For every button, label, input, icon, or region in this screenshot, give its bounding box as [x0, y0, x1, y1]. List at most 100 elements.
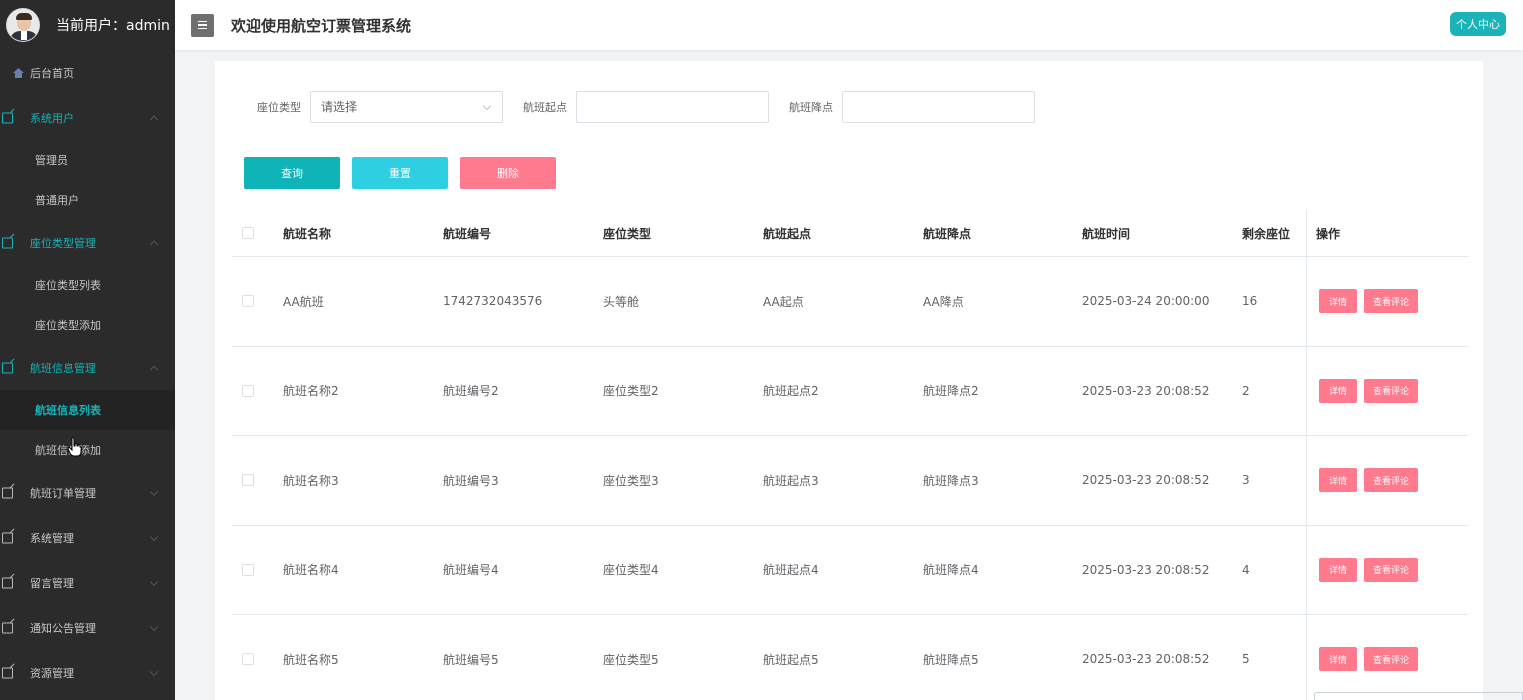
top-header: 欢迎使用航空订票管理系统 个人中心 [175, 0, 1523, 50]
cell-origin: AA起点 [763, 294, 804, 309]
sidebar-group-messages[interactable]: 留言管理 [0, 560, 175, 605]
sidebar-item-admins[interactable]: 管理员 [0, 140, 175, 180]
cell-destination: 航班降点3 [923, 473, 979, 488]
edit-icon [2, 667, 13, 678]
cell-time: 2025-03-23 20:08:52 [1082, 652, 1210, 667]
cell-remaining: 16 [1242, 294, 1258, 309]
cell-name: 航班名称3 [283, 473, 339, 488]
table-row: 航班名称4 航班编号4 座位类型4 航班起点4 航班降点4 2025-03-23… [232, 526, 1468, 615]
sidebar-group-label: 座位类型管理 [30, 236, 96, 250]
detail-button[interactable]: 详情 [1319, 647, 1357, 672]
sidebar-group-label: 航班信息管理 [30, 361, 96, 375]
sidebar-group-flight-info[interactable]: 航班信息管理 [0, 345, 175, 390]
sidebar-group-notices[interactable]: 通知公告管理 [0, 605, 175, 650]
view-reviews-button[interactable]: 查看评论 [1364, 289, 1418, 314]
seat-type-label: 座位类型 [257, 100, 301, 114]
cell-destination: 航班降点5 [923, 652, 979, 667]
cell-time: 2025-03-23 20:08:52 [1082, 562, 1210, 577]
cell-code: 1742732043576 [443, 294, 543, 309]
edit-icon [2, 532, 13, 543]
sidebar-item-flight-list[interactable]: 航班信息列表 [0, 390, 175, 430]
sidebar-group-resources[interactable]: 资源管理 [0, 650, 175, 695]
column-header: 航班降点 [923, 226, 972, 241]
sidebar-group-flight-orders[interactable]: 航班订单管理 [0, 470, 175, 515]
avatar[interactable] [6, 8, 40, 42]
personal-center-button[interactable]: 个人中心 [1450, 12, 1506, 36]
cell-origin: 航班起点4 [763, 563, 819, 578]
row-checkbox[interactable] [242, 563, 254, 576]
cell-time: 2025-03-23 20:08:52 [1082, 473, 1210, 488]
select-all-checkbox[interactable] [242, 227, 254, 239]
delete-button[interactable]: 删除 [460, 157, 556, 189]
sidebar-group-label: 通知公告管理 [30, 621, 96, 635]
chevron-down-icon [149, 667, 159, 676]
cell-destination: 航班降点4 [923, 563, 979, 578]
cell-remaining: 5 [1242, 652, 1250, 667]
cell-destination: 航班降点2 [923, 384, 979, 399]
cell-name: 航班名称5 [283, 652, 339, 667]
action-buttons: 查询 重置 删除 [244, 157, 556, 189]
sidebar-item-seat-type-list[interactable]: 座位类型列表 [0, 265, 175, 305]
menu-toggle-icon[interactable] [191, 13, 214, 37]
row-checkbox[interactable] [242, 653, 254, 666]
destination-input[interactable] [842, 90, 1035, 123]
sidebar-item-seat-type-add[interactable]: 座位类型添加 [0, 305, 175, 345]
cell-seat-type: 头等舱 [603, 294, 640, 309]
chevron-down-icon [149, 622, 159, 631]
cell-name: AA航班 [283, 294, 324, 309]
sidebar-group-label: 资源管理 [30, 666, 74, 680]
fixed-column-divider [1306, 210, 1307, 700]
detail-button[interactable]: 详情 [1319, 289, 1357, 314]
cell-time: 2025-03-24 20:00:00 [1082, 294, 1210, 309]
sidebar-item-normal-users[interactable]: 普通用户 [0, 180, 175, 220]
column-header: 座位类型 [603, 226, 652, 241]
cell-time: 2025-03-23 20:08:52 [1082, 383, 1210, 398]
sidebar-group-system-management[interactable]: 系统管理 [0, 515, 175, 560]
sidebar-menu: 后台首页 系统用户 管理员 普通用户 座位类型管理 座位类型列表 座位类型添加 … [0, 50, 175, 695]
sidebar-group-seat-type[interactable]: 座位类型管理 [0, 220, 175, 265]
cell-remaining: 2 [1242, 383, 1250, 398]
cell-origin: 航班起点3 [763, 473, 819, 488]
page-title: 欢迎使用航空订票管理系统 [231, 16, 412, 35]
sidebar-group-system-users[interactable]: 系统用户 [0, 95, 175, 140]
cell-remaining: 3 [1242, 473, 1250, 488]
seat-type-select[interactable]: 请选择 [310, 90, 503, 123]
row-checkbox[interactable] [242, 384, 254, 397]
current-user-label: 当前用户：admin [56, 18, 170, 34]
column-header: 航班时间 [1082, 226, 1131, 241]
chevron-up-icon [149, 115, 159, 124]
view-reviews-button[interactable]: 查看评论 [1364, 647, 1418, 672]
sidebar-item-label: 后台首页 [30, 66, 74, 80]
view-reviews-button[interactable]: 查看评论 [1364, 378, 1418, 403]
row-checkbox[interactable] [242, 474, 254, 487]
main-panel: 座位类型 请选择 航班起点 航班降点 查询 重置 删除 航班名称 航班编号 座位… [215, 61, 1483, 700]
sidebar-item-flight-add[interactable]: 航班信息添加 [0, 430, 175, 470]
view-reviews-button[interactable]: 查看评论 [1364, 468, 1418, 493]
cell-code: 航班编号5 [443, 652, 499, 667]
detail-button[interactable]: 详情 [1319, 468, 1357, 493]
edit-icon [2, 112, 13, 123]
cell-seat-type: 座位类型4 [603, 563, 659, 578]
table-row: 航班名称5 航班编号5 座位类型5 航班起点5 航班降点5 2025-03-23… [232, 615, 1468, 700]
cell-seat-type: 座位类型3 [603, 473, 659, 488]
row-checkbox[interactable] [242, 295, 254, 308]
reset-button[interactable]: 重置 [352, 157, 448, 189]
detail-button[interactable]: 详情 [1319, 378, 1357, 403]
cell-name: 航班名称2 [283, 384, 339, 399]
sidebar-group-label: 航班订单管理 [30, 486, 96, 500]
origin-input[interactable] [576, 90, 769, 123]
detail-button[interactable]: 详情 [1319, 557, 1357, 582]
chevron-down-icon [149, 532, 159, 541]
sidebar: 当前用户：admin 后台首页 系统用户 管理员 普通用户 座位类型管理 座位类… [0, 0, 175, 700]
table-header: 航班名称 航班编号 座位类型 航班起点 航班降点 航班时间 剩余座位 操作 [232, 210, 1468, 257]
cell-origin: 航班起点5 [763, 652, 819, 667]
seat-type-select-value: 请选择 [321, 100, 358, 114]
cell-code: 航班编号3 [443, 473, 499, 488]
query-button[interactable]: 查询 [244, 157, 340, 189]
view-reviews-button[interactable]: 查看评论 [1364, 557, 1418, 582]
sidebar-item-home[interactable]: 后台首页 [0, 50, 175, 95]
chevron-down-icon [149, 577, 159, 586]
horizontal-scrollbar[interactable] [1314, 692, 1523, 700]
cell-remaining: 4 [1242, 562, 1250, 577]
cell-origin: 航班起点2 [763, 384, 819, 399]
